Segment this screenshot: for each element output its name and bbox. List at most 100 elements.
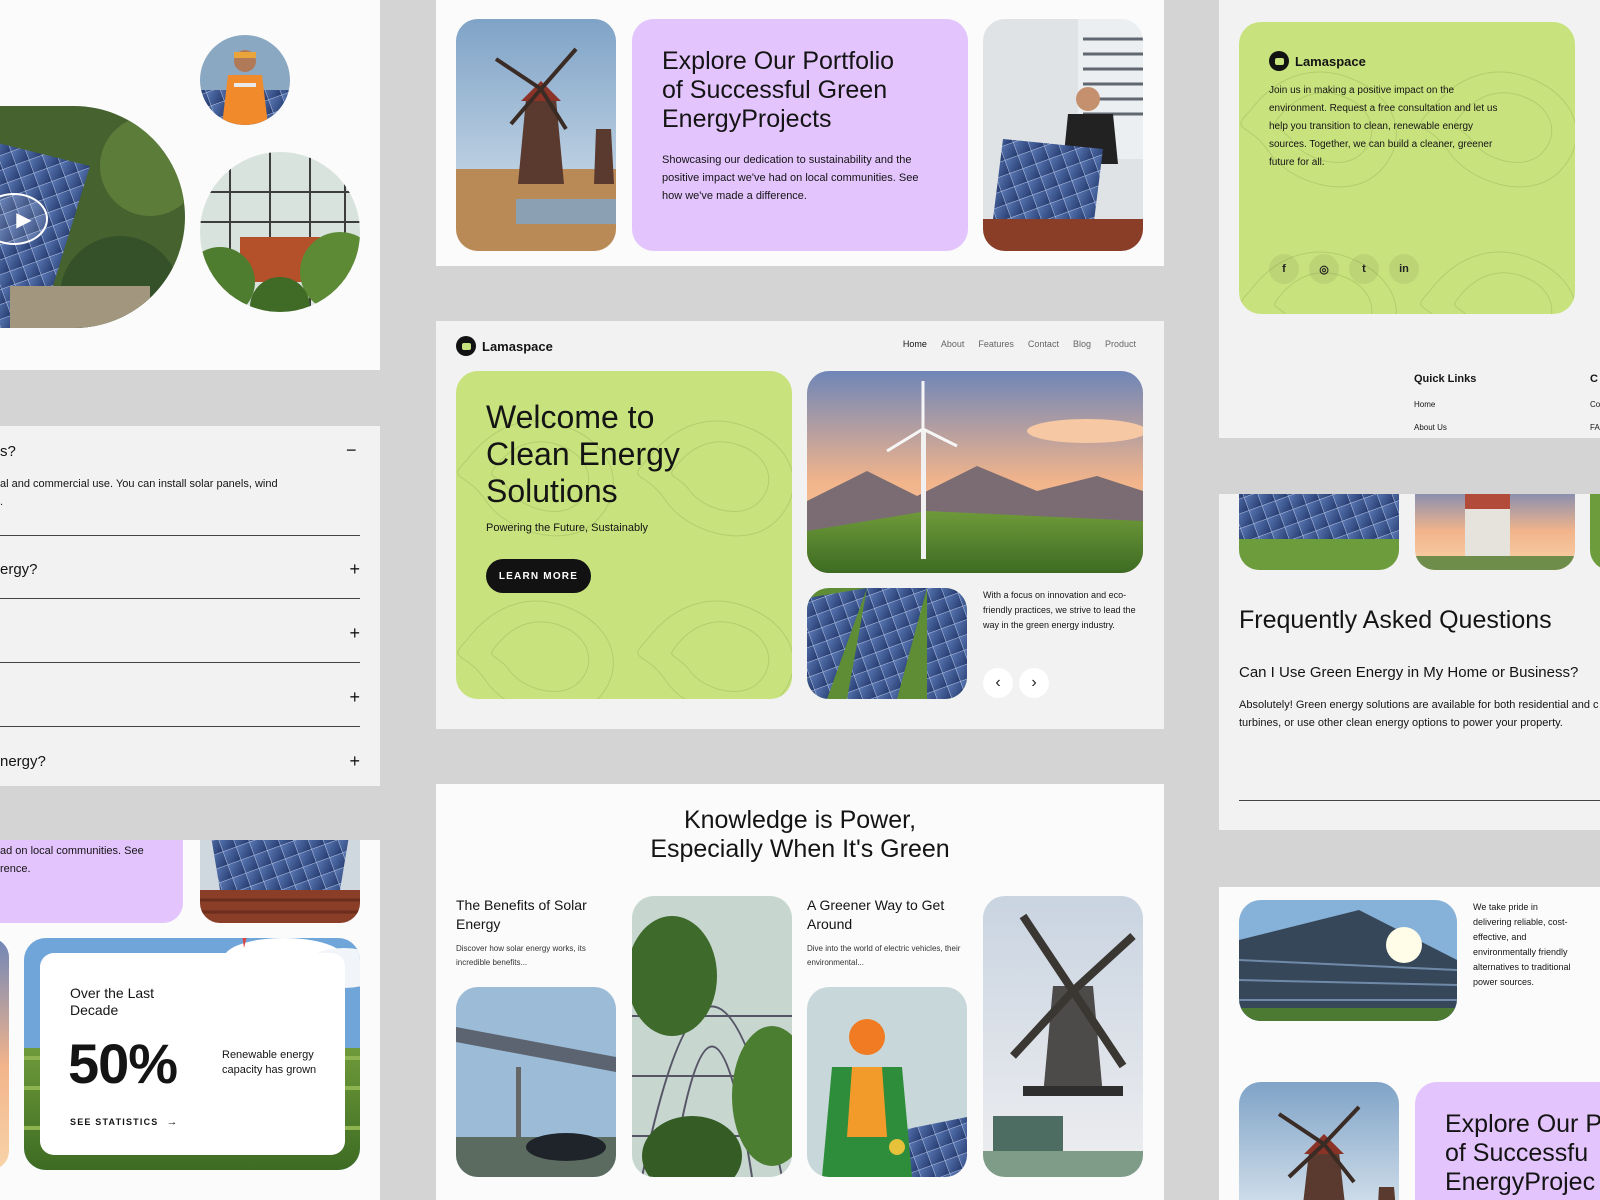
quick-links-title: Quick Links xyxy=(1414,373,1477,385)
instagram-icon[interactable]: ◎ xyxy=(1309,254,1339,284)
portfolio-text: Showcasing our dedication to sustainabil… xyxy=(662,154,919,202)
installer-roof-image xyxy=(200,840,360,923)
faq-question: nergy? xyxy=(0,753,46,770)
footer-column-title: C xyxy=(1590,373,1598,385)
portfolio-title-line: of Successful Green xyxy=(662,76,888,104)
article-title[interactable]: The Benefits of Solar Energy xyxy=(456,896,616,934)
wind-turbine-image xyxy=(807,371,1143,573)
hero-panel: Lamaspace Home About Features Contact Bl… xyxy=(436,321,1164,729)
faq-item[interactable]: + xyxy=(0,663,360,727)
plus-icon[interactable]: + xyxy=(349,623,360,644)
footer-panel: Lamaspace Join us in making a positive i… xyxy=(1219,0,1600,438)
plus-icon[interactable]: + xyxy=(349,687,360,708)
nav-features[interactable]: Features xyxy=(978,339,1014,349)
social-links: f ◎ t in xyxy=(1269,254,1419,284)
plus-icon[interactable]: + xyxy=(349,559,360,580)
faq-item[interactable]: ergy? + xyxy=(0,535,360,599)
footer-link-home[interactable]: Home xyxy=(1414,400,1435,409)
windmill-image xyxy=(456,19,616,251)
footer-brand-logo[interactable]: Lamaspace xyxy=(1269,51,1366,71)
faq-item[interactable]: nergy? + xyxy=(0,727,360,786)
solar-carport-image xyxy=(456,987,616,1177)
nav-about[interactable]: About xyxy=(941,339,965,349)
gallery-panel: ▶ xyxy=(0,0,380,370)
stats-label: Over the Last Decade xyxy=(70,985,155,1018)
portfolio-title-line: EnergyProjects xyxy=(662,105,832,133)
knowledge-panel: Knowledge is Power, Especially When It's… xyxy=(436,784,1164,1200)
about-text: We take pride in delivering reliable, co… xyxy=(1473,902,1571,987)
portfolio-title-line: EnergyProjec xyxy=(1445,1168,1596,1196)
logo-icon xyxy=(1269,51,1289,71)
plus-icon[interactable]: + xyxy=(349,751,360,772)
portfolio-text-line: rence. xyxy=(0,863,31,875)
faq-question[interactable]: Can I Use Green Energy in My Home or Bus… xyxy=(1239,664,1578,681)
solar-array-image xyxy=(1239,494,1399,570)
facebook-icon[interactable]: f xyxy=(1269,254,1299,284)
linkedin-icon[interactable]: in xyxy=(1389,254,1419,284)
faq-panel-right: Frequently Asked Questions Can I Use Gre… xyxy=(1219,494,1600,830)
hero-title-line: Welcome to xyxy=(486,399,655,435)
faq-item[interactable]: + xyxy=(0,599,360,663)
nav-home[interactable]: Home xyxy=(903,339,927,349)
knowledge-title-line: Especially When It's Green xyxy=(650,835,950,863)
nav-contact[interactable]: Contact xyxy=(1028,339,1059,349)
brand-logo[interactable]: Lamaspace xyxy=(456,336,553,356)
twitter-icon[interactable]: t xyxy=(1349,254,1379,284)
about-panel: We take pride in delivering reliable, co… xyxy=(1219,887,1600,1200)
see-statistics-link[interactable]: SEE STATISTICS → xyxy=(70,1116,177,1128)
learn-more-button[interactable]: LEARN MORE xyxy=(486,559,591,593)
portfolio-card: Explore Our Portfolio of Successful Gree… xyxy=(632,19,968,251)
faq-open-question[interactable]: s? xyxy=(0,443,16,460)
footer-link[interactable]: FA xyxy=(1590,423,1600,432)
logo-icon xyxy=(456,336,476,356)
main-nav: Home About Features Contact Blog Product xyxy=(903,339,1136,349)
landscape-strip-image xyxy=(0,938,9,1170)
nav-product[interactable]: Product xyxy=(1105,339,1136,349)
portfolio-text-line: ad on local communities. See xyxy=(0,845,144,857)
faq-answer: Absolutely! Green energy solutions are a… xyxy=(1239,696,1599,732)
footer-description: Join us in making a positive impact on t… xyxy=(1269,85,1498,168)
portfolio-partial-card: ad on local communities. See rence. xyxy=(0,840,183,923)
article-excerpt: Dive into the world of electric vehicles… xyxy=(807,944,961,967)
installer-window-image xyxy=(983,19,1143,251)
play-icon: ▶ xyxy=(16,208,32,231)
chevron-right-icon: › xyxy=(1031,674,1037,691)
faq-answer-line: Absolutely! Green energy solutions are a… xyxy=(1239,699,1599,711)
footer-link-about[interactable]: About Us xyxy=(1414,423,1447,432)
portfolio-title-line: Explore Our P xyxy=(1445,1110,1600,1138)
engineer-panel-image xyxy=(807,987,967,1177)
hero-side-text: With a focus on innovation and eco-frien… xyxy=(983,590,1136,630)
nav-blog[interactable]: Blog xyxy=(1073,339,1091,349)
chevron-left-icon: ‹ xyxy=(995,674,1001,691)
faq-panel-left: s? − al and commercial use. You can inst… xyxy=(0,426,380,786)
hero-title-line: Solutions xyxy=(486,473,618,509)
brand-name: Lamaspace xyxy=(482,338,553,354)
footer-green-card: Lamaspace Join us in making a positive i… xyxy=(1239,22,1575,314)
carousel-prev-button[interactable]: ‹ xyxy=(983,668,1013,698)
lighthouse-image xyxy=(1415,494,1575,570)
faq-collapse-icon[interactable]: − xyxy=(346,440,357,461)
carousel-next-button[interactable]: › xyxy=(1019,668,1049,698)
stats-card: Over the Last Decade 50% Renewable energ… xyxy=(40,953,345,1155)
hero-title-line: Clean Energy xyxy=(486,436,680,472)
faq-answer-line: . xyxy=(0,496,4,508)
faq-answer-line: al and commercial use. You can install s… xyxy=(0,478,278,490)
worker-portrait-image xyxy=(200,35,290,125)
faq-open-answer: al and commercial use. You can install s… xyxy=(0,475,300,511)
arrow-right-icon: → xyxy=(166,1116,178,1128)
brand-name: Lamaspace xyxy=(1295,53,1366,69)
windmill-image xyxy=(1239,1082,1399,1200)
partial-image xyxy=(1590,494,1600,570)
article-excerpt: Discover how solar energy works, its inc… xyxy=(456,944,586,967)
dutch-windmill-image xyxy=(983,896,1143,1177)
article-title[interactable]: A Greener Way to Get Around xyxy=(807,896,967,934)
greenhouse-image xyxy=(200,152,360,312)
modern-building-image xyxy=(1239,900,1457,1021)
hero-subtitle: Powering the Future, Sustainably xyxy=(486,522,649,534)
stats-panel: ad on local communities. See rence. Over… xyxy=(0,840,380,1200)
portfolio-panel: Explore Our Portfolio of Successful Gree… xyxy=(436,0,1164,266)
hero-card: Welcome to Clean Energy Solutions Poweri… xyxy=(456,371,792,699)
footer-link[interactable]: Co xyxy=(1590,400,1600,409)
stats-value: 50% xyxy=(68,1032,178,1095)
knowledge-title: Knowledge is Power, Especially When It's… xyxy=(436,806,1164,864)
